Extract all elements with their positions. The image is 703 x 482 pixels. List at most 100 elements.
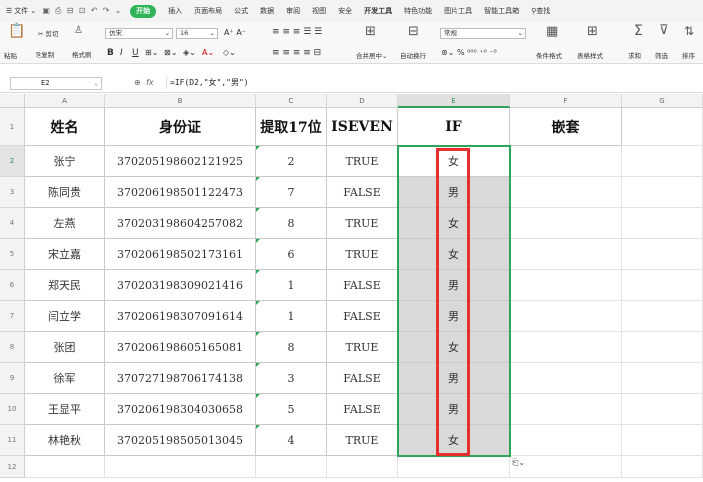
data-cell-name[interactable]: 王显平 (25, 394, 105, 425)
empty-cell[interactable] (622, 363, 703, 394)
empty-cell[interactable] (622, 208, 703, 239)
font-size-select[interactable]: 16 ⌄ (176, 28, 218, 39)
empty-cell[interactable] (622, 270, 703, 301)
data-cell-id[interactable]: 370206198605165081 (105, 332, 256, 363)
tab-5[interactable]: 审阅 (280, 0, 306, 22)
data-cell-if[interactable]: 女 (398, 239, 510, 270)
data-cell-if[interactable]: 女 (398, 332, 510, 363)
save-icon[interactable]: ▣ (42, 7, 50, 15)
column-header-D[interactable]: D (327, 94, 398, 108)
data-cell-name[interactable]: 宋立嘉 (25, 239, 105, 270)
tab-7[interactable]: 安全 (332, 0, 358, 22)
data-cell-name[interactable]: 陈同贵 (25, 177, 105, 208)
data-cell-iseven[interactable]: FALSE (327, 301, 398, 332)
merge-center-button[interactable]: 合并居中⌄ (356, 50, 387, 60)
row-header[interactable]: 10 (0, 394, 25, 425)
empty-cell[interactable] (25, 456, 105, 478)
data-cell-iseven[interactable]: FALSE (327, 177, 398, 208)
data-cell-name[interactable]: 左燕 (25, 208, 105, 239)
data-cell-name[interactable]: 张团 (25, 332, 105, 363)
data-cell-id[interactable]: 370727198706174138 (105, 363, 256, 394)
data-cell-iseven[interactable]: TRUE (327, 208, 398, 239)
data-cell-if[interactable]: 女 (398, 208, 510, 239)
clear-icon[interactable]: ◇⌄ (223, 48, 236, 57)
data-cell-iseven[interactable]: TRUE (327, 425, 398, 456)
empty-cell[interactable] (622, 456, 703, 478)
border-icon[interactable]: ⊞⌄ (145, 48, 158, 57)
data-cell-digit[interactable]: 2 (256, 146, 327, 177)
sort-label[interactable]: 排序 (682, 50, 695, 60)
number-format-icons[interactable]: ⊛⌄ % ⁰⁰⁰ ⁺⁰ ⁻⁰ (441, 48, 497, 57)
empty-cell[interactable] (510, 146, 622, 177)
empty-cell[interactable] (510, 332, 622, 363)
paste-icon[interactable]: 📋 (8, 24, 25, 38)
data-cell-name[interactable]: 徐军 (25, 363, 105, 394)
data-cell-iseven[interactable]: FALSE (327, 270, 398, 301)
empty-cell[interactable] (622, 425, 703, 456)
column-header-C[interactable]: C (256, 94, 327, 108)
data-cell-if[interactable]: 女 (398, 146, 510, 177)
tab-11[interactable]: 智能工具箱 (478, 0, 525, 22)
data-cell-id[interactable]: 370203198309021416 (105, 270, 256, 301)
tab-10[interactable]: 图片工具 (438, 0, 478, 22)
data-cell-digit[interactable]: 8 (256, 208, 327, 239)
data-cell-iseven[interactable]: TRUE (327, 146, 398, 177)
row-header[interactable]: 2 (0, 146, 25, 177)
row-header[interactable]: 12 (0, 456, 25, 478)
tab-6[interactable]: 视图 (306, 0, 332, 22)
tab-0[interactable]: 开始 (130, 4, 157, 18)
tab-1[interactable]: 插入 (162, 0, 188, 22)
data-cell-iseven[interactable]: TRUE (327, 239, 398, 270)
empty-cell[interactable] (622, 239, 703, 270)
sum-label[interactable]: 求和 (628, 50, 641, 60)
grow-font-icon[interactable]: A⁺ A⁻ (224, 28, 246, 37)
empty-cell[interactable] (510, 394, 622, 425)
data-cell-id[interactable]: 370203198604257082 (105, 208, 256, 239)
empty-cell[interactable] (622, 146, 703, 177)
data-cell-name[interactable]: 张宁 (25, 146, 105, 177)
data-cell-iseven[interactable]: FALSE (327, 394, 398, 425)
empty-cell[interactable] (327, 456, 398, 478)
header-cell[interactable]: ISEVEN (327, 108, 398, 146)
data-cell-id[interactable]: 370206198501122473 (105, 177, 256, 208)
italic-icon[interactable]: I (120, 48, 123, 58)
merge-center-icon[interactable]: ⊞ (365, 25, 376, 38)
row-header[interactable]: 8 (0, 332, 25, 363)
data-cell-digit[interactable]: 1 (256, 270, 327, 301)
row-header[interactable]: 7 (0, 301, 25, 332)
empty-cell[interactable] (510, 239, 622, 270)
data-cell-if[interactable]: 男 (398, 363, 510, 394)
row-header[interactable]: 6 (0, 270, 25, 301)
merge-icon[interactable]: ⊠⌄ (164, 48, 177, 57)
column-header-A[interactable]: A (25, 94, 105, 108)
data-cell-id[interactable]: 370205198602121925 (105, 146, 256, 177)
data-cell-digit[interactable]: 7 (256, 177, 327, 208)
wrap-text-icon[interactable]: ⊟ (408, 25, 419, 38)
paste-button-label[interactable]: 粘贴 (4, 50, 17, 60)
undo-icon[interactable]: ↶ (90, 7, 98, 15)
data-cell-iseven[interactable]: TRUE (327, 332, 398, 363)
row-header[interactable]: 11 (0, 425, 25, 456)
file-menu[interactable]: ☰ 文件 ⌄ (0, 6, 40, 16)
empty-cell[interactable] (622, 177, 703, 208)
data-cell-if[interactable]: 男 (398, 270, 510, 301)
wrap-text-label[interactable]: 自动换行 (400, 50, 426, 60)
underline-icon[interactable]: U (132, 48, 139, 58)
data-cell-digit[interactable]: 1 (256, 301, 327, 332)
empty-cell[interactable] (510, 456, 622, 478)
empty-cell[interactable] (510, 270, 622, 301)
number-format-select[interactable]: 常规 ⌄ (440, 28, 526, 39)
data-cell-id[interactable]: 370205198505013045 (105, 425, 256, 456)
data-cell-iseven[interactable]: FALSE (327, 363, 398, 394)
data-cell-digit[interactable]: 5 (256, 394, 327, 425)
format-painter-label[interactable]: 格式刷 (72, 49, 92, 59)
conditional-format-icon[interactable]: ▦ (546, 25, 558, 38)
empty-cell[interactable] (622, 108, 703, 146)
customize-icon[interactable]: ⌄ (114, 7, 122, 15)
data-cell-id[interactable]: 370206198307091614 (105, 301, 256, 332)
fill-color-icon[interactable]: ◈⌄ (183, 48, 196, 57)
bold-icon[interactable]: B (107, 48, 114, 58)
row-header[interactable]: 3 (0, 177, 25, 208)
data-cell-name[interactable]: 林艳秋 (25, 425, 105, 456)
sort-icon[interactable]: ⇅ (684, 25, 694, 37)
